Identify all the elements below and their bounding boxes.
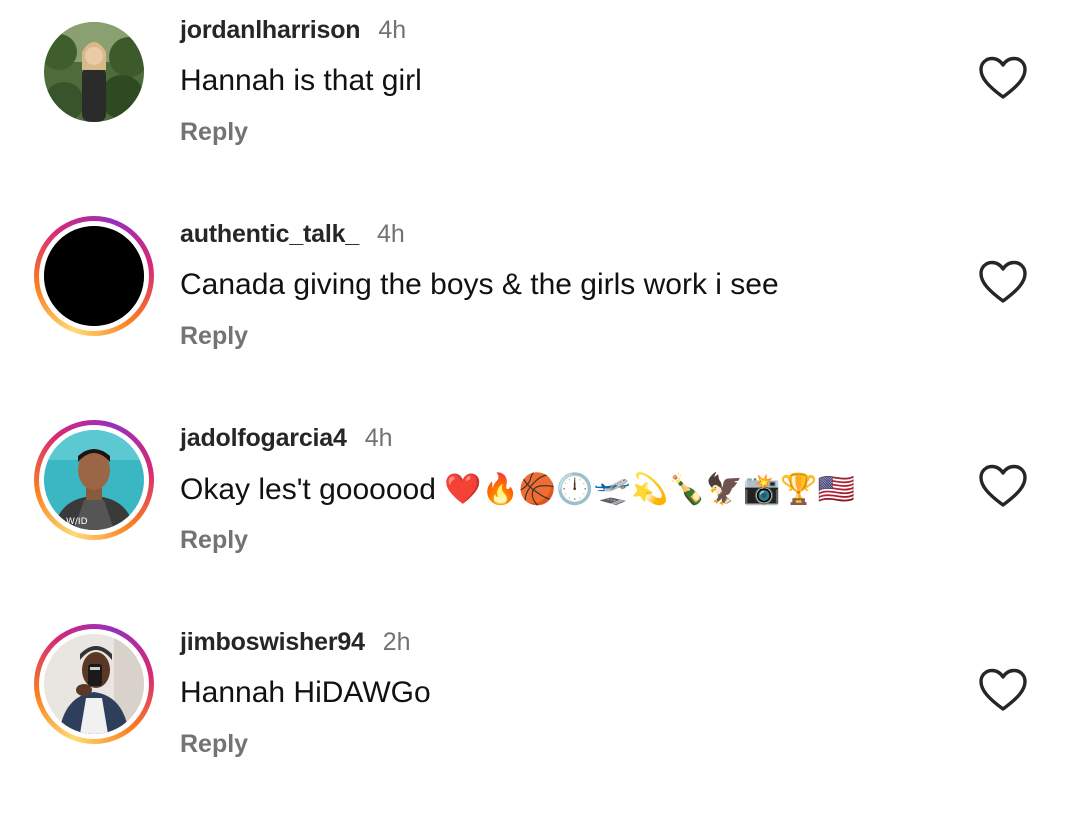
comment-header: jimboswisher94 2h — [180, 628, 411, 660]
reply-button[interactable]: Reply — [180, 118, 248, 147]
comment-item: W/ID jadolfogarcia4 4h Okay les't gooooo… — [0, 408, 1080, 612]
avatar-photo — [44, 226, 144, 326]
man-mirror-selfie-photo-icon — [44, 634, 144, 734]
woman-plants-photo-icon — [44, 22, 144, 122]
avatar-with-story-ring[interactable]: W/ID — [34, 420, 154, 540]
avatar[interactable] — [34, 12, 154, 132]
comment-text: Canada giving the boys & the girls work … — [180, 268, 779, 301]
reply-button[interactable]: Reply — [180, 730, 248, 759]
username[interactable]: jimboswisher94 — [180, 628, 365, 657]
comment-text: Hannah HiDAWGo — [180, 676, 431, 709]
avatar-photo: W/ID — [44, 430, 144, 530]
heart-icon[interactable] — [978, 56, 1028, 100]
black-circle-icon — [44, 226, 144, 326]
username[interactable]: authentic_talk_ — [180, 220, 359, 249]
comment-item: jordanlharrison 4h Hannah is that girl R… — [0, 0, 1080, 204]
comment-item: jimboswisher94 2h Hannah HiDAWGo Reply — [0, 612, 1080, 816]
comment-header: jordanlharrison 4h — [180, 16, 406, 48]
reply-button[interactable]: Reply — [180, 322, 248, 351]
avatar-photo — [44, 22, 144, 122]
timestamp: 2h — [382, 628, 411, 656]
heart-icon[interactable] — [978, 464, 1028, 508]
comment-text: Hannah is that girl — [180, 64, 422, 97]
heart-icon[interactable] — [978, 668, 1028, 712]
comment-header: jadolfogarcia4 4h — [180, 424, 393, 456]
timestamp: 4h — [377, 220, 405, 248]
avatar-photo — [44, 634, 144, 734]
comment-header: authentic_talk_ 4h — [180, 220, 405, 252]
heart-icon[interactable] — [978, 260, 1028, 304]
avatar-with-story-ring[interactable] — [34, 216, 154, 336]
man-teal-background-photo-icon: W/ID — [44, 430, 144, 530]
username[interactable]: jadolfogarcia4 — [180, 424, 347, 453]
username[interactable]: jordanlharrison — [180, 16, 361, 45]
avatar-with-story-ring[interactable] — [34, 624, 154, 744]
timestamp: 4h — [378, 16, 407, 44]
comment-item: authentic_talk_ 4h Canada giving the boy… — [0, 204, 1080, 408]
reply-button[interactable]: Reply — [180, 526, 248, 555]
timestamp: 4h — [364, 424, 393, 452]
comment-text: Okay les't goooood ❤️🔥🏀🕛🛫💫🍾🦅📸🏆🇺🇸 — [180, 473, 856, 506]
